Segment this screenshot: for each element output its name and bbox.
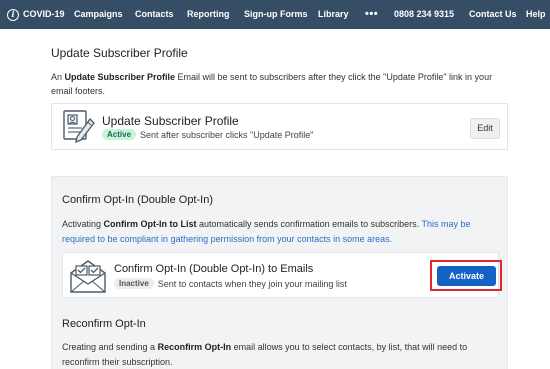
activate-button[interactable]: Activate bbox=[437, 266, 496, 286]
update-profile-heading: Update Subscriber Profile bbox=[51, 46, 188, 60]
profile-document-icon bbox=[63, 110, 95, 144]
desc-text: Creating and sending a bbox=[62, 342, 158, 352]
desc-text: automatically sends confirmation emails … bbox=[196, 219, 422, 229]
nav-phone[interactable]: 0808 234 9315 bbox=[394, 0, 454, 29]
card-sub-text: Sent after subscriber clicks "Update Pro… bbox=[140, 129, 314, 140]
nav-contacts[interactable]: Contacts bbox=[135, 0, 174, 29]
update-profile-card-subtitle: Active Sent after subscriber clicks "Upd… bbox=[102, 129, 313, 140]
confirm-optin-card-title: Confirm Opt-In (Double Opt-In) to Emails bbox=[114, 263, 314, 275]
confirm-optin-heading: Confirm Opt-In (Double Opt-In) bbox=[62, 194, 213, 206]
desc-bold: Update Subscriber Profile bbox=[64, 72, 176, 82]
nav-covid[interactable]: i COVID-19 bbox=[7, 0, 65, 29]
nav-campaigns[interactable]: Campaigns bbox=[74, 0, 123, 29]
nav-contact-us[interactable]: Contact Us bbox=[469, 0, 517, 29]
nav-more-icon[interactable]: ••• bbox=[365, 0, 378, 29]
card-sub-text: Sent to contacts when they join your mai… bbox=[157, 278, 347, 289]
desc-text: Activating bbox=[62, 219, 104, 229]
update-profile-description: An Update Subscriber Profile Email will … bbox=[51, 70, 511, 98]
desc-text: An bbox=[51, 72, 65, 82]
nav-signup-forms[interactable]: Sign-up Forms bbox=[244, 0, 308, 29]
nav-help[interactable]: Help bbox=[526, 0, 546, 29]
reconfirm-heading: Reconfirm Opt-In bbox=[62, 318, 146, 330]
desc-bold: Confirm Opt-In to List bbox=[103, 219, 197, 229]
nav-covid-label: COVID-19 bbox=[23, 9, 65, 19]
update-profile-card-title: Update Subscriber Profile bbox=[102, 114, 239, 128]
nav-reporting[interactable]: Reporting bbox=[187, 0, 230, 29]
desc-bold: Reconfirm Opt-In bbox=[157, 342, 232, 352]
confirm-optin-card-subtitle: Inactive Sent to contacts when they join… bbox=[114, 278, 347, 289]
top-nav: i COVID-19 Campaigns Contacts Reporting … bbox=[0, 0, 550, 29]
confirm-optin-description: Activating Confirm Opt-In to List automa… bbox=[62, 217, 502, 247]
status-badge: Inactive bbox=[114, 278, 154, 289]
update-profile-card: Update Subscriber Profile Active Sent af… bbox=[51, 103, 508, 150]
confirmation-email-icon bbox=[70, 260, 106, 293]
info-icon: i bbox=[7, 8, 19, 21]
status-badge: Active bbox=[102, 129, 137, 140]
reconfirm-description: Creating and sending a Reconfirm Opt-In … bbox=[62, 340, 502, 369]
edit-button[interactable]: Edit bbox=[470, 118, 500, 139]
nav-library[interactable]: Library bbox=[318, 0, 349, 29]
